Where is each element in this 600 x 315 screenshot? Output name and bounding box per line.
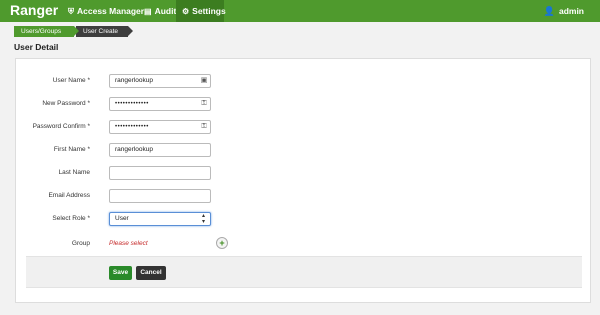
user-name-row: User Name * rangerlookup ▣	[16, 74, 276, 88]
user-icon: 👤	[543, 6, 555, 16]
nav-audit-label: Audit	[154, 6, 177, 16]
save-button[interactable]: Save	[109, 266, 132, 280]
nav-access-manager[interactable]: ⛨ Access Manager	[62, 0, 150, 22]
password-confirm-row: Password Confirm * ••••••••••••• ⚿	[16, 120, 276, 134]
shield-icon: ⛨	[68, 7, 74, 16]
select-caret-icon: ▴ ▾	[202, 213, 206, 225]
key-icon: ⚿	[201, 123, 207, 130]
page-title: User Detail	[14, 42, 59, 52]
role-label: Select Role *	[52, 215, 90, 222]
new-password-row: New Password * ••••••••••••• ⚿	[16, 97, 276, 111]
user-menu[interactable]: 👤 admin	[544, 0, 584, 22]
ranger-logo[interactable]: Ranger	[10, 2, 58, 18]
new-password-input[interactable]: •••••••••••••	[109, 97, 211, 111]
top-nav-bar: Ranger ⛨ Access Manager ▤ Audit ⚙ Settings …	[0, 0, 600, 22]
last-name-label: Last Name	[58, 169, 90, 176]
document-icon: ▤	[144, 7, 152, 16]
role-row: Select Role * User ▴ ▾	[16, 212, 276, 226]
add-group-button[interactable]: +	[216, 237, 228, 249]
last-name-row: Last Name	[16, 166, 276, 180]
breadcrumb-user-create: User Create	[76, 26, 133, 37]
group-select-placeholder[interactable]: Please select	[109, 240, 148, 247]
email-row: Email Address	[16, 189, 276, 203]
email-input[interactable]	[109, 189, 211, 203]
user-name-input[interactable]: rangerlookup	[109, 74, 211, 88]
key-icon: ⚿	[201, 100, 207, 107]
cancel-button[interactable]: Cancel	[136, 266, 166, 280]
breadcrumb: Users/Groups User Create	[14, 26, 133, 37]
first-name-input[interactable]: rangerlookup	[109, 143, 211, 157]
role-select[interactable]: User	[109, 212, 211, 226]
nav-access-manager-label: Access Manager	[77, 6, 145, 16]
user-detail-form: User Name * rangerlookup ▣ New Password …	[15, 58, 591, 303]
plus-icon: +	[219, 238, 225, 248]
nav-settings[interactable]: ⚙ Settings	[176, 0, 226, 22]
group-label: Group	[71, 240, 90, 247]
gear-icon: ⚙	[182, 7, 190, 16]
user-name: admin	[558, 6, 584, 16]
last-name-input[interactable]	[109, 166, 211, 180]
nav-settings-label: Settings	[192, 6, 226, 16]
password-confirm-input[interactable]: •••••••••••••	[109, 120, 211, 134]
form-actions: Save Cancel	[26, 256, 582, 288]
email-label: Email Address	[48, 192, 90, 199]
password-confirm-label: Password Confirm *	[32, 123, 90, 130]
group-row: Group Please select	[16, 237, 276, 251]
breadcrumb-users-groups[interactable]: Users/Groups	[14, 26, 79, 37]
contact-card-icon: ▣	[200, 77, 208, 84]
first-name-label: First Name *	[53, 146, 90, 153]
first-name-row: First Name * rangerlookup	[16, 143, 276, 157]
new-password-label: New Password *	[42, 100, 90, 107]
user-name-label: User Name *	[52, 77, 90, 84]
